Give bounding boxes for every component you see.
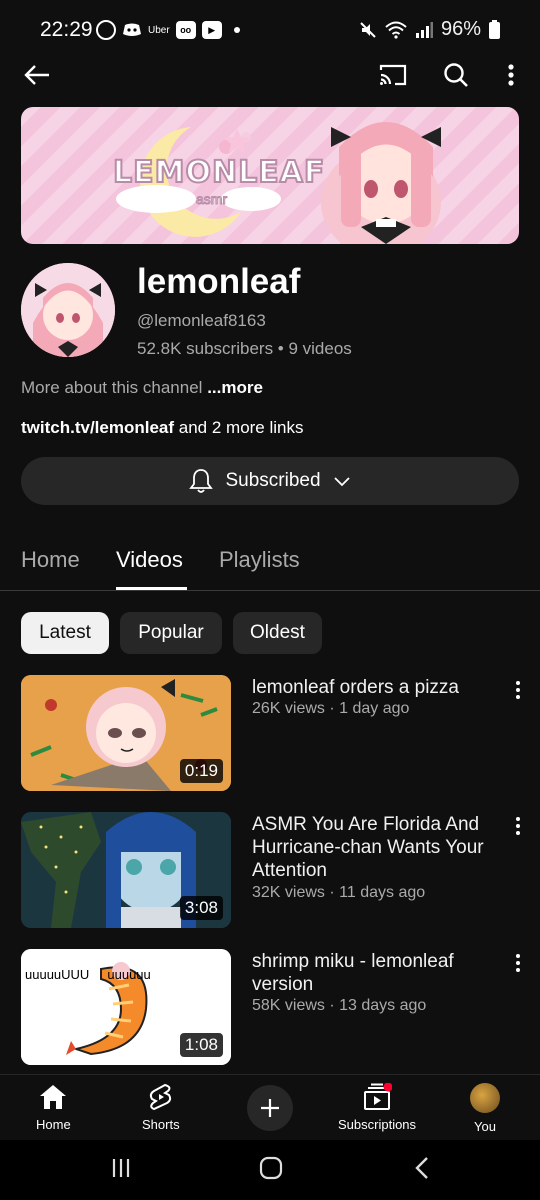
banner-logo-subtext: asmr	[195, 191, 228, 208]
about-more-link[interactable]: ...more	[207, 378, 263, 397]
more-notifications-dot	[233, 27, 240, 33]
search-icon	[444, 63, 468, 87]
about-text: More about this channel	[21, 378, 203, 397]
signal-icon	[415, 21, 433, 38]
home-system-icon[interactable]	[259, 1156, 283, 1180]
thumbnail-text: uuuuuUUU uuuuuu	[25, 967, 151, 982]
wifi-icon	[385, 21, 407, 39]
plus-icon	[261, 1099, 279, 1117]
video-thumbnail[interactable]: 3:08	[21, 812, 231, 928]
voicemail-icon: oo	[175, 21, 196, 39]
subscriptions-icon	[364, 1083, 393, 1110]
video-menu-button[interactable]	[510, 950, 526, 976]
video-title[interactable]: lemonleaf orders a pizza	[252, 676, 507, 699]
channel-about[interactable]: More about this channel ...more	[21, 378, 263, 398]
battery-percent: 96%	[440, 18, 481, 40]
tab-home[interactable]: Home	[21, 547, 80, 573]
mute-icon	[360, 21, 376, 38]
channel-stats: 52.8K subscribers • 9 videos	[137, 339, 352, 358]
video-menu-button[interactable]	[510, 813, 526, 839]
bottom-navigation: Home Shorts Subscriptions You	[0, 1074, 540, 1141]
channel-name: lemonleaf	[137, 262, 301, 301]
nav-subscriptions[interactable]: Subscriptions	[338, 1083, 416, 1132]
channel-handle: @lemonleaf8163	[137, 311, 266, 330]
youtube-status-icon: ▶	[201, 21, 222, 39]
home-icon	[40, 1085, 67, 1109]
nav-shorts[interactable]: Shorts	[142, 1083, 180, 1132]
create-button[interactable]	[247, 1085, 293, 1131]
uber-label: Uber	[148, 24, 170, 36]
search-button[interactable]	[436, 55, 476, 95]
tabs-divider	[0, 590, 540, 591]
avatar	[470, 1083, 500, 1113]
video-title[interactable]: shrimp miku - lemonleaf version	[252, 950, 507, 996]
back-button[interactable]	[17, 55, 57, 95]
video-thumbnail[interactable]: uuuuuUUU uuuuuu 1:08	[21, 949, 231, 1065]
whatsapp-icon	[96, 20, 116, 40]
channel-banner: LEMONLEAF asmr	[21, 107, 519, 244]
video-duration: 3:08	[179, 896, 223, 920]
more-vert-icon	[508, 64, 514, 86]
video-duration: 1:08	[179, 1033, 223, 1057]
video-thumbnail[interactable]: 0:19	[21, 675, 231, 791]
chip-latest[interactable]: Latest	[21, 612, 109, 654]
battery-icon	[489, 20, 500, 39]
subscribed-button[interactable]: Subscribed	[21, 457, 519, 505]
twitch-link[interactable]: twitch.tv/lemonleaf	[21, 418, 174, 437]
video-duration: 0:19	[179, 759, 223, 783]
back-system-icon[interactable]	[414, 1156, 430, 1180]
tab-playlists[interactable]: Playlists	[219, 547, 300, 573]
cast-icon	[379, 64, 407, 86]
video-meta: 32K views · 11 days ago	[252, 884, 426, 901]
status-time: 22:29	[40, 18, 93, 41]
avatar-art	[21, 263, 115, 357]
video-meta: 58K views · 13 days ago	[252, 997, 427, 1014]
nav-shorts-label: Shorts	[142, 1117, 180, 1132]
more-options-button[interactable]	[491, 55, 531, 95]
nav-you[interactable]: You	[470, 1083, 500, 1134]
system-navigation-bar	[0, 1140, 540, 1200]
shorts-icon	[149, 1083, 171, 1111]
channel-links[interactable]: twitch.tv/lemonleaf and 2 more links	[21, 418, 304, 438]
chip-oldest[interactable]: Oldest	[233, 612, 322, 654]
discord-icon	[122, 21, 142, 39]
subscribed-label: Subscribed	[225, 470, 321, 491]
arrow-left-icon	[24, 65, 49, 85]
nav-you-label: You	[474, 1119, 496, 1134]
video-meta: 26K views · 1 day ago	[252, 700, 410, 717]
chip-popular[interactable]: Popular	[120, 612, 222, 654]
cast-button[interactable]	[373, 55, 413, 95]
bell-icon	[189, 469, 214, 493]
video-menu-button[interactable]	[510, 677, 526, 703]
nav-home-label: Home	[36, 1117, 71, 1132]
tab-videos[interactable]: Videos	[116, 547, 183, 573]
recents-icon[interactable]	[110, 1157, 132, 1179]
chevron-down-icon	[333, 477, 350, 487]
channel-avatar[interactable]	[21, 263, 115, 357]
status-notification-icons: Uber oo ▶	[96, 20, 240, 40]
nav-subscriptions-label: Subscriptions	[338, 1117, 417, 1132]
more-links-text[interactable]: and 2 more links	[179, 418, 304, 437]
banner-logo-text: LEMONLEAF	[112, 154, 326, 191]
nav-home[interactable]: Home	[36, 1083, 71, 1132]
video-title[interactable]: ASMR You Are Florida And Hurricane-chan …	[252, 813, 507, 882]
notification-dot	[383, 1083, 393, 1092]
status-right: 96%	[359, 18, 500, 41]
